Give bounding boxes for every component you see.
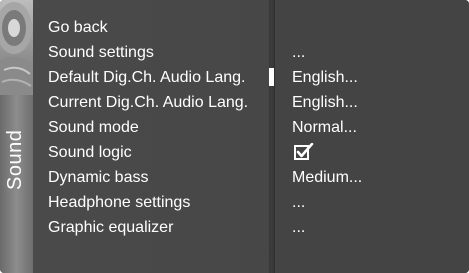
menu-item-graphic-equalizer[interactable]: Graphic equalizer bbox=[48, 215, 173, 240]
side-tab: Sound bbox=[0, 0, 34, 273]
menu-item-dynamic-bass[interactable]: Dynamic bass bbox=[48, 165, 148, 190]
menu-item-sound-mode[interactable]: Sound mode bbox=[48, 115, 139, 140]
menu-item-go-back[interactable]: Go back bbox=[48, 15, 108, 40]
value-headphone-settings: ... bbox=[292, 194, 306, 211]
value-dynamic-bass: Medium... bbox=[292, 169, 363, 186]
value-sound-mode: Normal... bbox=[292, 119, 357, 136]
value-sound-settings: ... bbox=[292, 44, 306, 61]
menu-item-sound-logic[interactable]: Sound logic bbox=[48, 140, 132, 165]
checkbox-checked-icon[interactable] bbox=[294, 142, 314, 161]
value-current-audio-lang: English... bbox=[292, 94, 358, 111]
value-graphic-equalizer: ... bbox=[292, 219, 306, 236]
value-default-audio-lang: English... bbox=[292, 69, 358, 86]
menu-item-headphone-settings[interactable]: Headphone settings bbox=[48, 190, 190, 215]
speaker-picture-icon bbox=[0, 0, 33, 95]
tv-sound-menu: Sound Go back Sound settings Default Dig… bbox=[0, 0, 469, 273]
menu-item-sound-settings[interactable]: Sound settings bbox=[48, 40, 154, 65]
menu-item-default-audio-lang[interactable]: Default Dig.Ch. Audio Lang. bbox=[48, 65, 245, 90]
selection-marker bbox=[269, 68, 274, 86]
menu-item-current-audio-lang[interactable]: Current Dig.Ch. Audio Lang. bbox=[48, 90, 248, 115]
side-tab-title: Sound bbox=[4, 129, 26, 190]
